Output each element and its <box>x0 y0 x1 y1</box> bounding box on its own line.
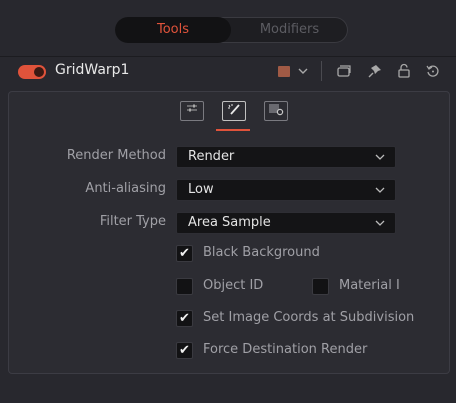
render-method-value: Render <box>188 149 235 164</box>
header-divider <box>0 56 456 57</box>
anti-aliasing-value: Low <box>188 182 214 197</box>
material-id-label: Material I <box>339 278 400 293</box>
lock-icon[interactable] <box>397 62 411 86</box>
active-subtab-indicator <box>216 129 250 131</box>
tools-modifiers-switch: Tools Modifiers <box>115 17 348 43</box>
anti-aliasing-label: Anti-aliasing <box>85 181 166 196</box>
object-id-checkbox[interactable] <box>176 278 193 295</box>
object-id-label: Object ID <box>203 278 264 293</box>
tab-tools[interactable]: Tools <box>115 17 231 43</box>
render-method-label: Render Method <box>66 148 166 163</box>
chevron-down-icon <box>375 180 385 208</box>
header-separator <box>321 61 322 81</box>
chevron-down-icon <box>375 147 385 175</box>
render-method-dropdown[interactable]: Render <box>176 146 396 168</box>
render-settings-icon[interactable] <box>264 101 288 121</box>
filter-type-value: Area Sample <box>188 215 271 230</box>
pin-icon[interactable] <box>367 62 383 86</box>
filter-type-dropdown[interactable]: Area Sample <box>176 212 396 234</box>
node-title: GridWarp1 <box>55 62 130 78</box>
settings-wand-icon[interactable] <box>222 101 246 121</box>
tab-modifiers[interactable]: Modifiers <box>231 17 348 43</box>
filter-type-label: Filter Type <box>99 214 166 229</box>
chevron-down-icon[interactable] <box>297 62 309 86</box>
reset-icon[interactable] <box>425 62 441 86</box>
controls-icon[interactable] <box>180 101 204 121</box>
color-swatch-icon[interactable] <box>278 66 290 77</box>
black-background-label: Black Background <box>203 245 320 260</box>
force-destination-checkbox[interactable]: ✔ <box>176 342 193 359</box>
set-image-coords-checkbox[interactable]: ✔ <box>176 310 193 327</box>
node-enable-toggle[interactable] <box>18 65 46 79</box>
set-image-coords-label: Set Image Coords at Subdivision <box>203 310 415 325</box>
versions-icon[interactable] <box>336 62 352 86</box>
toggle-knob <box>34 67 44 77</box>
force-destination-label: Force Destination Render <box>203 342 368 357</box>
chevron-down-icon <box>375 213 385 241</box>
material-id-checkbox[interactable] <box>312 278 329 295</box>
anti-aliasing-dropdown[interactable]: Low <box>176 179 396 201</box>
black-background-checkbox[interactable]: ✔ <box>176 245 193 262</box>
